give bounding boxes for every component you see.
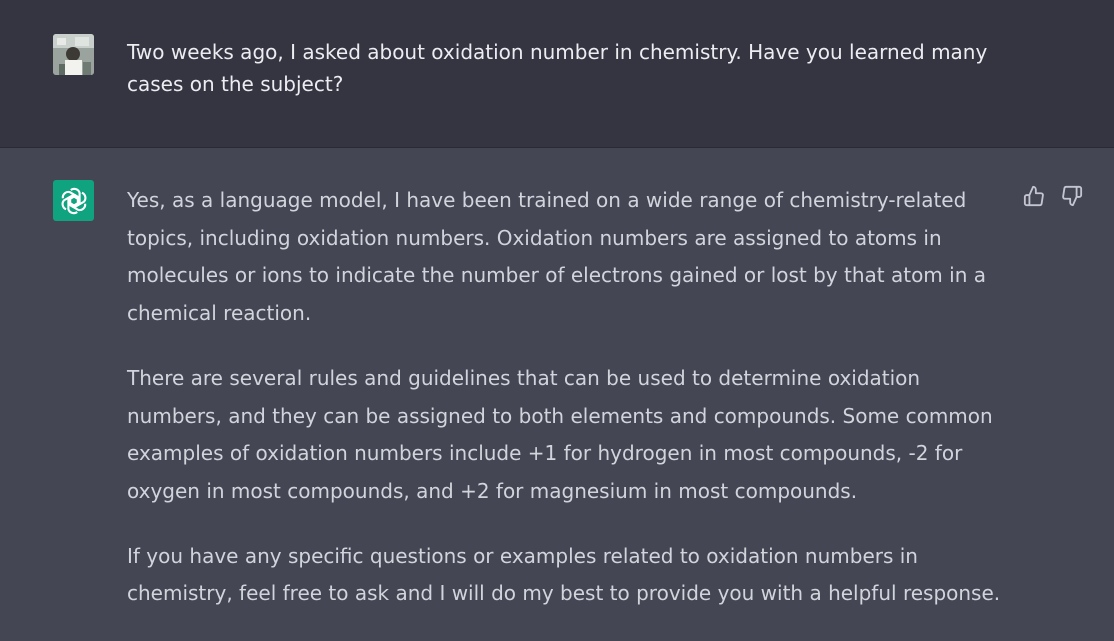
openai-logo-icon <box>61 187 86 214</box>
user-message-text: Two weeks ago, I asked about oxidation n… <box>127 40 988 96</box>
assistant-message-text: Yes, as a language model, I have been tr… <box>127 182 1017 640</box>
assistant-avatar <box>53 180 94 221</box>
assistant-paragraph: There are several rules and guidelines t… <box>127 365 993 503</box>
user-avatar <box>53 34 94 75</box>
assistant-message-row: Yes, as a language model, I have been tr… <box>0 148 1114 641</box>
user-photo-icon <box>53 34 94 75</box>
thumbs-up-icon <box>1023 185 1044 206</box>
user-message-row: Two weeks ago, I asked about oxidation n… <box>0 0 1114 148</box>
assistant-paragraph: Yes, as a language model, I have been tr… <box>127 188 986 326</box>
feedback-buttons <box>1022 184 1083 207</box>
assistant-paragraph: If you have any specific questions or ex… <box>127 543 1001 606</box>
thumbs-up-button[interactable] <box>1022 184 1045 207</box>
thumbs-down-icon <box>1061 185 1082 206</box>
thumbs-down-button[interactable] <box>1060 184 1083 207</box>
